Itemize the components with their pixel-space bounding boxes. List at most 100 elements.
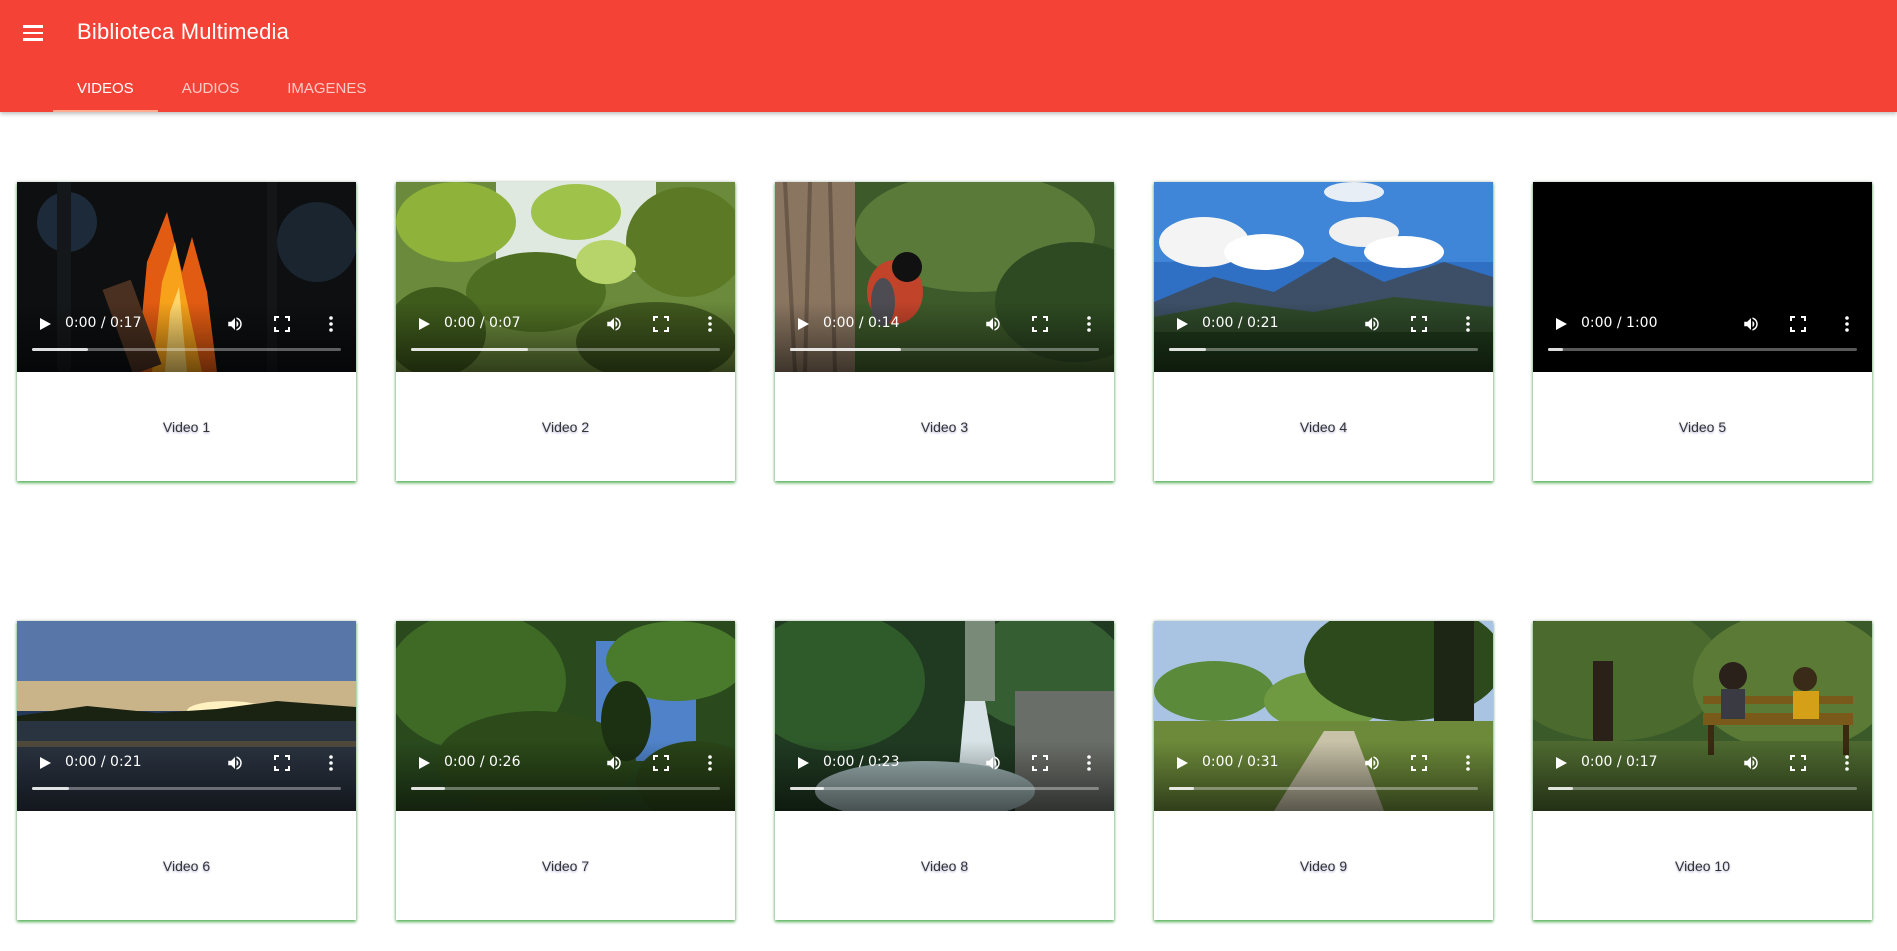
video-time: 0:00 / 0:17 bbox=[1581, 754, 1658, 770]
tab-label: IMAGENES bbox=[287, 79, 367, 97]
play-icon[interactable] bbox=[417, 756, 431, 770]
video-title: Video 1 bbox=[162, 418, 211, 435]
progress-bar[interactable] bbox=[1169, 348, 1478, 351]
controls-shade bbox=[396, 741, 735, 811]
fullscreen-icon[interactable] bbox=[653, 316, 669, 332]
play-icon[interactable] bbox=[1554, 756, 1568, 770]
volume-icon[interactable] bbox=[605, 754, 623, 772]
video-player[interactable]: 0:00 / 0:14 bbox=[775, 182, 1114, 372]
fullscreen-icon[interactable] bbox=[1790, 316, 1806, 332]
video-card: 0:00 / 0:31 Video 9 bbox=[1154, 621, 1493, 920]
fullscreen-icon[interactable] bbox=[653, 755, 669, 771]
video-title: Video 3 bbox=[920, 418, 969, 435]
controls-shade bbox=[17, 741, 356, 811]
video-title: Video 7 bbox=[541, 857, 590, 874]
tab-imagenes[interactable]: IMAGENES bbox=[263, 64, 390, 112]
progress-bar[interactable] bbox=[790, 348, 1099, 351]
video-player[interactable]: 0:00 / 0:31 bbox=[1154, 621, 1493, 811]
play-icon[interactable] bbox=[1175, 317, 1189, 331]
fullscreen-icon[interactable] bbox=[274, 755, 290, 771]
video-title: Video 9 bbox=[1299, 857, 1348, 874]
play-icon[interactable] bbox=[1554, 317, 1568, 331]
volume-icon[interactable] bbox=[1363, 754, 1381, 772]
video-player[interactable]: 0:00 / 0:17 bbox=[1533, 621, 1872, 811]
fullscreen-icon[interactable] bbox=[1411, 755, 1427, 771]
controls-shade bbox=[775, 741, 1114, 811]
more-vert-icon[interactable] bbox=[1459, 754, 1477, 772]
more-vert-icon[interactable] bbox=[701, 315, 719, 333]
more-vert-icon[interactable] bbox=[1838, 315, 1856, 333]
video-card: 0:00 / 0:07 Video 2 bbox=[396, 182, 735, 481]
app-bar: Biblioteca Multimedia VIDEOS AUDIOS IMAG… bbox=[0, 0, 1897, 112]
progress-bar[interactable] bbox=[1548, 348, 1857, 351]
play-icon[interactable] bbox=[38, 317, 52, 331]
progress-bar[interactable] bbox=[32, 348, 341, 351]
video-player[interactable]: 0:00 / 0:21 bbox=[17, 621, 356, 811]
video-player[interactable]: 0:00 / 0:17 bbox=[17, 182, 356, 372]
progress-bar[interactable] bbox=[411, 348, 720, 351]
video-card: 0:00 / 1:00 Video 5 bbox=[1533, 182, 1872, 481]
volume-icon[interactable] bbox=[984, 754, 1002, 772]
more-vert-icon[interactable] bbox=[322, 315, 340, 333]
volume-icon[interactable] bbox=[226, 754, 244, 772]
video-card: 0:00 / 0:21 Video 4 bbox=[1154, 182, 1493, 481]
controls-shade bbox=[17, 302, 356, 372]
more-vert-icon[interactable] bbox=[1080, 754, 1098, 772]
video-player[interactable]: 0:00 / 0:26 bbox=[396, 621, 735, 811]
menu-icon-bar bbox=[23, 31, 43, 35]
video-title: Video 4 bbox=[1299, 418, 1348, 435]
play-icon[interactable] bbox=[38, 756, 52, 770]
play-icon[interactable] bbox=[796, 317, 810, 331]
fullscreen-icon[interactable] bbox=[1032, 316, 1048, 332]
progress-bar[interactable] bbox=[411, 787, 720, 790]
progress-bar[interactable] bbox=[32, 787, 341, 790]
tab-audios[interactable]: AUDIOS bbox=[158, 64, 264, 112]
video-title: Video 8 bbox=[920, 857, 969, 874]
video-card: 0:00 / 0:21 Video 6 bbox=[17, 621, 356, 920]
progress-fill bbox=[32, 787, 70, 790]
progress-bar[interactable] bbox=[790, 787, 1099, 790]
fullscreen-icon[interactable] bbox=[274, 316, 290, 332]
menu-icon[interactable] bbox=[18, 20, 48, 46]
progress-fill bbox=[1548, 787, 1573, 790]
video-player[interactable]: 0:00 / 0:23 bbox=[775, 621, 1114, 811]
controls-shade bbox=[1154, 302, 1493, 372]
tab-label: AUDIOS bbox=[181, 79, 240, 97]
progress-bar[interactable] bbox=[1169, 787, 1478, 790]
video-time: 0:00 / 0:17 bbox=[65, 315, 142, 331]
video-time: 0:00 / 0:23 bbox=[823, 754, 900, 770]
volume-icon[interactable] bbox=[1742, 754, 1760, 772]
menu-icon-bar bbox=[23, 25, 43, 28]
volume-icon[interactable] bbox=[605, 315, 623, 333]
fullscreen-icon[interactable] bbox=[1411, 316, 1427, 332]
more-vert-icon[interactable] bbox=[701, 754, 719, 772]
video-player[interactable]: 0:00 / 0:07 bbox=[396, 182, 735, 372]
video-player[interactable]: 0:00 / 0:21 bbox=[1154, 182, 1493, 372]
more-vert-icon[interactable] bbox=[1838, 754, 1856, 772]
more-vert-icon[interactable] bbox=[1080, 315, 1098, 333]
play-icon[interactable] bbox=[796, 756, 810, 770]
volume-icon[interactable] bbox=[226, 315, 244, 333]
video-time: 0:00 / 0:26 bbox=[444, 754, 521, 770]
video-player[interactable]: 0:00 / 1:00 bbox=[1533, 182, 1872, 372]
video-card: 0:00 / 0:14 Video 3 bbox=[775, 182, 1114, 481]
play-icon[interactable] bbox=[1175, 756, 1189, 770]
progress-fill bbox=[411, 787, 445, 790]
menu-icon-bar bbox=[23, 38, 43, 41]
video-title: Video 10 bbox=[1674, 857, 1730, 874]
video-grid: 0:00 / 0:17 Video 1 0:00 / 0:07 Video 2 … bbox=[17, 182, 1875, 920]
volume-icon[interactable] bbox=[1742, 315, 1760, 333]
more-vert-icon[interactable] bbox=[322, 754, 340, 772]
more-vert-icon[interactable] bbox=[1459, 315, 1477, 333]
volume-icon[interactable] bbox=[984, 315, 1002, 333]
progress-bar[interactable] bbox=[1548, 787, 1857, 790]
tab-bar: VIDEOS AUDIOS IMAGENES bbox=[53, 64, 390, 112]
play-icon[interactable] bbox=[417, 317, 431, 331]
progress-fill bbox=[790, 348, 902, 351]
tab-videos[interactable]: VIDEOS bbox=[53, 64, 158, 112]
progress-fill bbox=[1169, 348, 1207, 351]
progress-fill bbox=[32, 348, 88, 351]
fullscreen-icon[interactable] bbox=[1032, 755, 1048, 771]
fullscreen-icon[interactable] bbox=[1790, 755, 1806, 771]
volume-icon[interactable] bbox=[1363, 315, 1381, 333]
